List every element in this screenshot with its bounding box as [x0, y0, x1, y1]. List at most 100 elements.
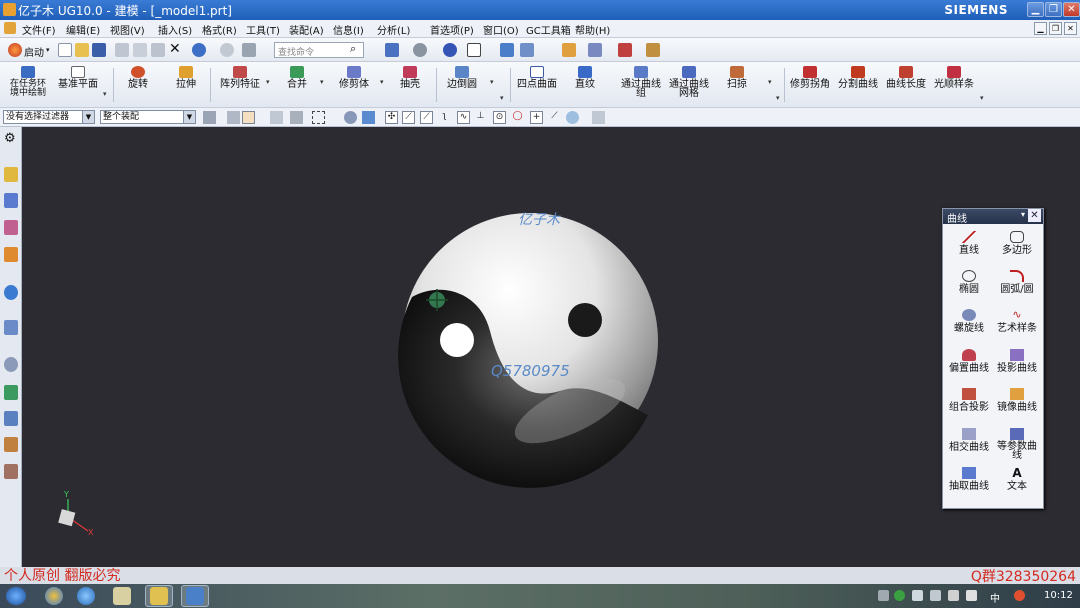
- web-browser-icon[interactable]: [4, 320, 18, 335]
- history-icon[interactable]: [4, 357, 18, 372]
- graphics-viewport[interactable]: Y X 亿子木 Q5780975: [22, 127, 1080, 567]
- app-icon[interactable]: [3, 3, 16, 16]
- clock[interactable]: 10:12: [1044, 590, 1073, 601]
- selection-tool-icon[interactable]: [562, 43, 576, 57]
- unite-button[interactable]: 合并: [283, 66, 311, 90]
- extrude-button[interactable]: 拉伸: [172, 66, 200, 90]
- menu-file[interactable]: 文件(F): [22, 22, 56, 37]
- minimize-button[interactable]: ▁: [1027, 2, 1044, 17]
- fit-view-icon[interactable]: [500, 43, 514, 57]
- measure-icon[interactable]: [618, 43, 632, 57]
- polygon-button[interactable]: 多边形: [993, 231, 1041, 256]
- paste-icon[interactable]: [151, 43, 165, 57]
- tray-flag-icon[interactable]: [912, 590, 923, 601]
- combined-projection-button[interactable]: 组合投影: [945, 388, 993, 413]
- through-curve-mesh-button[interactable]: 通过曲线网格: [668, 66, 710, 99]
- save-icon[interactable]: [92, 43, 106, 57]
- app-menu-icon[interactable]: [4, 22, 16, 34]
- select-body-icon[interactable]: [270, 111, 283, 124]
- ruled-button[interactable]: 直纹: [572, 66, 598, 90]
- tray-sogou-icon[interactable]: [1014, 590, 1025, 601]
- curve-toolbar-panel[interactable]: 曲线 ▾ ✕ 直线 多边形 椭圆 圆弧/圆 螺旋线 ∿ 艺术样条 偏置曲线 投影…: [942, 208, 1044, 509]
- snap-arc-icon[interactable]: ◯: [511, 111, 524, 124]
- filter-settings-icon[interactable]: [203, 111, 216, 124]
- start-icon[interactable]: [8, 43, 22, 57]
- display-mode-icon[interactable]: [385, 43, 399, 57]
- menu-edit[interactable]: 编辑(E): [66, 22, 100, 37]
- chevron-down-icon[interactable]: ▾: [1021, 210, 1025, 219]
- tray-plane-icon[interactable]: [948, 590, 959, 601]
- edge-blend-button[interactable]: 边倒圆: [446, 66, 478, 90]
- yin-yang-model[interactable]: [398, 212, 672, 488]
- part-navigator-icon[interactable]: [4, 247, 18, 262]
- mirror-curve-button[interactable]: 镜像曲线: [993, 388, 1041, 413]
- curve-length-button[interactable]: 曲线长度: [886, 66, 926, 90]
- menu-preferences[interactable]: 首选项(P): [430, 22, 474, 37]
- tray-arrow-icon[interactable]: [878, 590, 889, 601]
- rectangle-select-icon[interactable]: [312, 111, 325, 124]
- project-curve-button[interactable]: 投影曲线: [993, 349, 1041, 374]
- snap-line-icon[interactable]: ⟋: [402, 111, 415, 124]
- search-icon[interactable]: ⌕: [350, 42, 356, 56]
- menu-view[interactable]: 视图(V): [110, 22, 145, 37]
- snap-end-point-icon[interactable]: ✣: [385, 111, 398, 124]
- snap-settings-icon[interactable]: [592, 111, 605, 124]
- select-mode-icon[interactable]: [242, 111, 255, 124]
- snap-spline-icon[interactable]: ∿: [457, 111, 470, 124]
- delete-icon[interactable]: ✕: [169, 41, 181, 57]
- render-style-icon[interactable]: [413, 43, 427, 57]
- repeat-command-icon[interactable]: [242, 43, 256, 57]
- explorer-icon[interactable]: [113, 587, 131, 605]
- gear-icon[interactable]: ⚙: [4, 131, 16, 146]
- redo-icon[interactable]: [220, 43, 234, 57]
- through-curves-button[interactable]: 通过曲线组: [620, 66, 662, 99]
- selection-scope-select[interactable]: 整个装配 ▼: [100, 110, 196, 124]
- copy-icon[interactable]: [133, 43, 147, 57]
- restore-button[interactable]: ❐: [1045, 2, 1062, 17]
- helix-button[interactable]: 螺旋线: [945, 309, 993, 334]
- extract-curve-button[interactable]: 抽取曲线: [945, 467, 993, 492]
- constraint-navigator-icon[interactable]: [4, 220, 18, 235]
- revolve-button[interactable]: 旋转: [124, 66, 152, 90]
- offset-curve-button[interactable]: 偏置曲线: [945, 349, 993, 374]
- isoparametric-curve-button[interactable]: 等参数曲线: [993, 428, 1041, 461]
- reuse-library-icon[interactable]: [4, 285, 18, 300]
- navigator-icon[interactable]: [4, 167, 18, 182]
- studio-spline-button[interactable]: ∿ 艺术样条: [993, 309, 1041, 335]
- snap-point-icon[interactable]: +: [530, 111, 543, 124]
- pattern-feature-button[interactable]: 阵列特征: [218, 66, 262, 90]
- menu-insert[interactable]: 插入(S): [158, 22, 192, 37]
- ellipse-button[interactable]: 椭圆: [945, 270, 993, 295]
- snap-intersection-icon[interactable]: ⊥: [474, 111, 487, 124]
- media-player-icon[interactable]: [45, 587, 63, 605]
- intersection-curve-button[interactable]: 相交曲线: [945, 428, 993, 453]
- snap-mid-point-icon[interactable]: ⟋: [420, 111, 433, 124]
- undo-icon[interactable]: [192, 43, 206, 57]
- start-button[interactable]: 启动: [24, 44, 44, 59]
- roles-icon[interactable]: [4, 464, 18, 479]
- snap-center-icon[interactable]: ⊙: [493, 111, 506, 124]
- smooth-spline-button[interactable]: 光顺样条: [934, 66, 974, 90]
- trim-body-button[interactable]: 修剪体: [336, 66, 372, 90]
- snap-curve-icon[interactable]: ʅ: [438, 111, 451, 124]
- select-feature-icon[interactable]: [227, 111, 240, 124]
- sketch-in-task-button[interactable]: 在任务环境中绘制: [6, 66, 50, 98]
- shaded-icon[interactable]: [443, 43, 457, 57]
- arc-circle-button[interactable]: 圆弧/圆: [993, 270, 1041, 295]
- snap-face-icon[interactable]: [566, 111, 579, 124]
- menu-window[interactable]: 窗口(O): [483, 22, 519, 37]
- doc-restore-button[interactable]: ❐: [1049, 22, 1062, 35]
- assembly-navigator-icon[interactable]: [4, 193, 18, 208]
- view-cube-icon[interactable]: [520, 43, 534, 57]
- cut-icon[interactable]: [115, 43, 129, 57]
- ie-browser-icon[interactable]: [77, 587, 95, 605]
- ime-indicator[interactable]: 中: [990, 590, 1000, 605]
- system-materials-icon[interactable]: [4, 385, 18, 400]
- tray-monitor-icon[interactable]: [930, 590, 941, 601]
- cube-icon[interactable]: [362, 111, 375, 124]
- tray-volume-icon[interactable]: [966, 590, 977, 601]
- menu-format[interactable]: 格式(R): [202, 22, 237, 37]
- close-icon[interactable]: ✕: [1028, 209, 1041, 222]
- close-button[interactable]: ✕: [1063, 2, 1080, 17]
- doc-minimize-button[interactable]: ▁: [1034, 22, 1047, 35]
